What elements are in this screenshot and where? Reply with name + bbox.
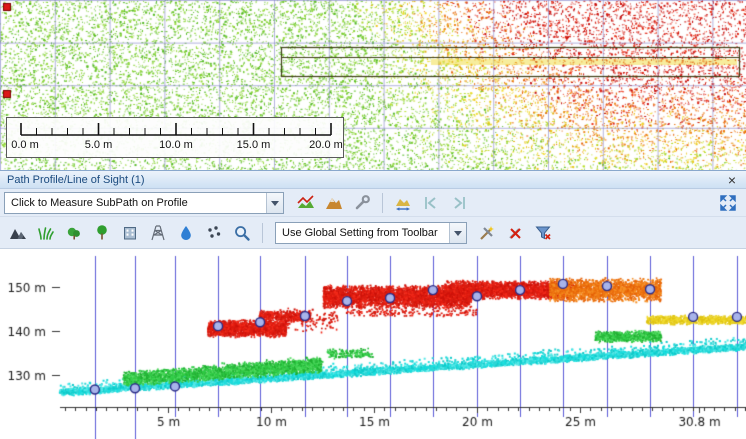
classify-disabled-button[interactable] [503, 221, 527, 245]
draw-profile-icon [297, 194, 315, 212]
previous-segment-button[interactable] [419, 191, 443, 215]
previous-segment-icon [422, 194, 440, 212]
medium-vegetation-button[interactable] [62, 221, 86, 245]
scale-label: 20.0 m [309, 139, 343, 151]
panel-header: Path Profile/Line of Sight (1) × [0, 170, 746, 189]
scale-label: 5.0 m [85, 139, 113, 151]
measure-mode-combobox[interactable]: Click to Measure SubPath on Profile [4, 192, 284, 214]
scale-label: 0.0 m [11, 139, 39, 151]
map-view: 0.0 m 5.0 m 10.0 m 15.0 m 20.0 m [0, 0, 746, 170]
scale-bar-ruler [7, 118, 345, 140]
next-segment-button[interactable] [447, 191, 471, 215]
classify-tools-button[interactable] [475, 221, 499, 245]
high-vegetation-button[interactable] [90, 221, 114, 245]
water-icon [177, 224, 195, 242]
scale-label: 10.0 m [159, 139, 193, 151]
ground-icon [9, 224, 27, 242]
filter-button[interactable] [531, 221, 555, 245]
profile-view [0, 249, 746, 439]
panel-title: Path Profile/Line of Sight (1) [7, 174, 725, 186]
combobox-arrow-icon[interactable] [266, 193, 283, 213]
path-profile-window: 0.0 m 5.0 m 10.0 m 15.0 m 20.0 m Path Pr… [0, 0, 746, 439]
low-vegetation-icon [37, 224, 55, 242]
building-button[interactable] [118, 221, 142, 245]
profile-toolbar: Click to Measure SubPath on Profile [0, 189, 746, 217]
powerline-icon [149, 224, 167, 242]
building-icon [121, 224, 139, 242]
classify-tools-icon [478, 224, 496, 242]
profile-chart-canvas[interactable] [0, 249, 746, 439]
settings-wrench-button[interactable] [350, 191, 374, 215]
terrain-profile-button[interactable] [322, 191, 346, 215]
expand-view-icon [719, 194, 737, 212]
fit-profile-icon [394, 194, 412, 212]
classification-setting-combobox[interactable]: Use Global Setting from Toolbar [275, 222, 467, 244]
points-button[interactable] [202, 221, 226, 245]
medium-vegetation-icon [65, 224, 83, 242]
ground-button[interactable] [6, 221, 30, 245]
points-icon [205, 224, 223, 242]
settings-wrench-icon [353, 194, 371, 212]
toolbar-separator [262, 223, 263, 243]
next-segment-icon [450, 194, 468, 212]
classification-setting-value: Use Global Setting from Toolbar [276, 227, 449, 239]
measure-mode-value: Click to Measure SubPath on Profile [5, 197, 266, 209]
expand-view-button[interactable] [716, 191, 740, 215]
filter-icon [534, 224, 552, 242]
zoom-icon [233, 224, 251, 242]
classify-disabled-icon [506, 224, 524, 242]
zoom-button[interactable] [230, 221, 254, 245]
low-vegetation-button[interactable] [34, 221, 58, 245]
water-button[interactable] [174, 221, 198, 245]
scale-label: 15.0 m [237, 139, 271, 151]
fit-profile-button[interactable] [391, 191, 415, 215]
toolbar-separator [382, 193, 383, 213]
close-icon[interactable]: × [725, 173, 739, 187]
classification-toolbar: Use Global Setting from Toolbar [0, 217, 746, 249]
high-vegetation-icon [93, 224, 111, 242]
combobox-arrow-icon[interactable] [449, 223, 466, 243]
draw-profile-button[interactable] [294, 191, 318, 215]
terrain-profile-icon [325, 194, 343, 212]
map-scale-bar: 0.0 m 5.0 m 10.0 m 15.0 m 20.0 m [6, 117, 344, 158]
powerline-button[interactable] [146, 221, 170, 245]
